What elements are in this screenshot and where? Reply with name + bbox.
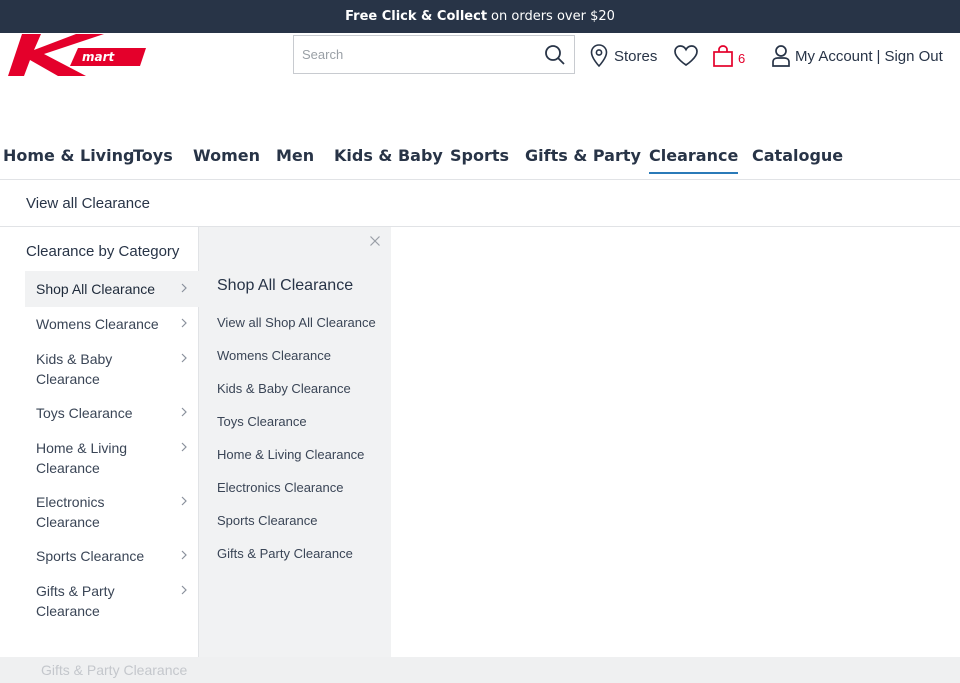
subcategory-panel: Shop All Clearance View all Shop All Cle… [199,227,391,657]
clearance-mega-menu: Clearance by Category Shop All Clearance… [3,227,391,657]
category-item-shop-all[interactable]: Shop All Clearance [25,271,199,307]
location-pin-icon [590,44,608,68]
category-item-electronics[interactable]: Electronics Clearance [25,484,199,540]
promo-bold-text: Free Click & Collect [345,9,488,24]
sub-link-sports[interactable]: Sports Clearance [217,513,317,528]
promo-banner: Free Click & Collect on orders over $20 [0,0,960,33]
cart-button[interactable]: 6 [712,40,745,72]
svg-text:mart: mart [82,50,116,64]
sub-link-view-all[interactable]: View all Shop All Clearance [217,315,376,330]
sub-link-home-living[interactable]: Home & Living Clearance [217,447,364,462]
sub-link-toys[interactable]: Toys Clearance [217,414,307,429]
category-item-kids-baby[interactable]: Kids & Baby Clearance [25,341,199,397]
my-account-link[interactable]: My Account [795,48,873,65]
category-item-label: Electronics Clearance [36,494,105,530]
category-item-label: Home & Living Clearance [36,440,128,476]
category-heading: Clearance by Category [26,243,180,260]
sub-link-kids-baby[interactable]: Kids & Baby Clearance [217,381,351,396]
nav-item-men[interactable]: Men [276,146,314,165]
chevron-right-icon [181,442,187,452]
chevron-right-icon [181,496,187,506]
category-item-home-living[interactable]: Home & Living Clearance [25,430,199,486]
category-item-label: Gifts & Party Clearance [36,583,115,619]
category-item-toys[interactable]: Toys Clearance [25,395,199,431]
stores-link[interactable]: Stores [590,40,657,72]
category-column: Clearance by Category Shop All Clearance… [3,227,199,657]
account-separator: | [876,47,881,65]
category-item-sports[interactable]: Sports Clearance [25,538,199,574]
view-all-clearance-label: View all Clearance [26,194,150,212]
category-item-label: Toys Clearance [36,405,133,421]
category-item-label: Kids & Baby Clearance [36,351,113,387]
main-navigation: Home & Living Toys Women Men Kids & Baby… [0,138,960,180]
nav-item-women[interactable]: Women [193,146,260,165]
nav-item-toys[interactable]: Toys [133,146,173,165]
search-icon[interactable] [544,44,566,66]
chevron-right-icon [181,407,187,417]
category-item-label: Shop All Clearance [36,281,156,297]
subcategory-heading: Shop All Clearance [217,277,354,294]
heart-icon [674,45,698,67]
shopping-bag-icon [713,45,733,67]
stores-label: Stores [614,47,658,65]
wishlist-button[interactable] [673,40,699,72]
category-item-label: Sports Clearance [36,548,145,564]
account-area: My Account | Sign Out [771,40,943,72]
category-item-womens[interactable]: Womens Clearance [25,306,199,342]
category-item-gifts-party[interactable]: Gifts & Party Clearance [25,573,199,629]
nav-item-home-living[interactable]: Home & Living [3,146,134,165]
faded-menu-ghost: Gifts & Party Clearance [0,657,960,683]
sub-link-gifts-party[interactable]: Gifts & Party Clearance [217,546,353,561]
nav-item-gifts-party[interactable]: Gifts & Party [525,146,641,165]
nav-item-catalogue[interactable]: Catalogue [752,146,843,165]
chevron-right-icon [181,353,187,363]
chevron-right-icon [181,585,187,595]
chevron-right-icon [181,318,187,328]
close-icon[interactable] [369,235,381,247]
sub-link-womens[interactable]: Womens Clearance [217,348,331,363]
nav-item-kids-baby[interactable]: Kids & Baby [334,146,443,165]
nav-item-clearance[interactable]: Clearance [649,146,739,174]
search-box [293,35,575,74]
view-all-clearance-link[interactable]: View all Clearance [0,180,960,227]
category-item-label: Womens Clearance [36,316,159,332]
cart-count-badge: 6 [738,50,746,66]
chevron-right-icon [181,283,187,293]
nav-item-sports[interactable]: Sports [450,146,509,165]
kmart-logo[interactable]: mart [8,34,146,76]
search-input[interactable] [302,47,542,62]
user-icon [772,45,790,67]
sign-out-link[interactable]: Sign Out [884,48,942,65]
promo-text: on orders over $20 [491,9,615,24]
chevron-right-icon [181,550,187,560]
sub-link-electronics[interactable]: Electronics Clearance [217,480,343,495]
faded-menu-ghost-label: Gifts & Party Clearance [41,662,188,678]
